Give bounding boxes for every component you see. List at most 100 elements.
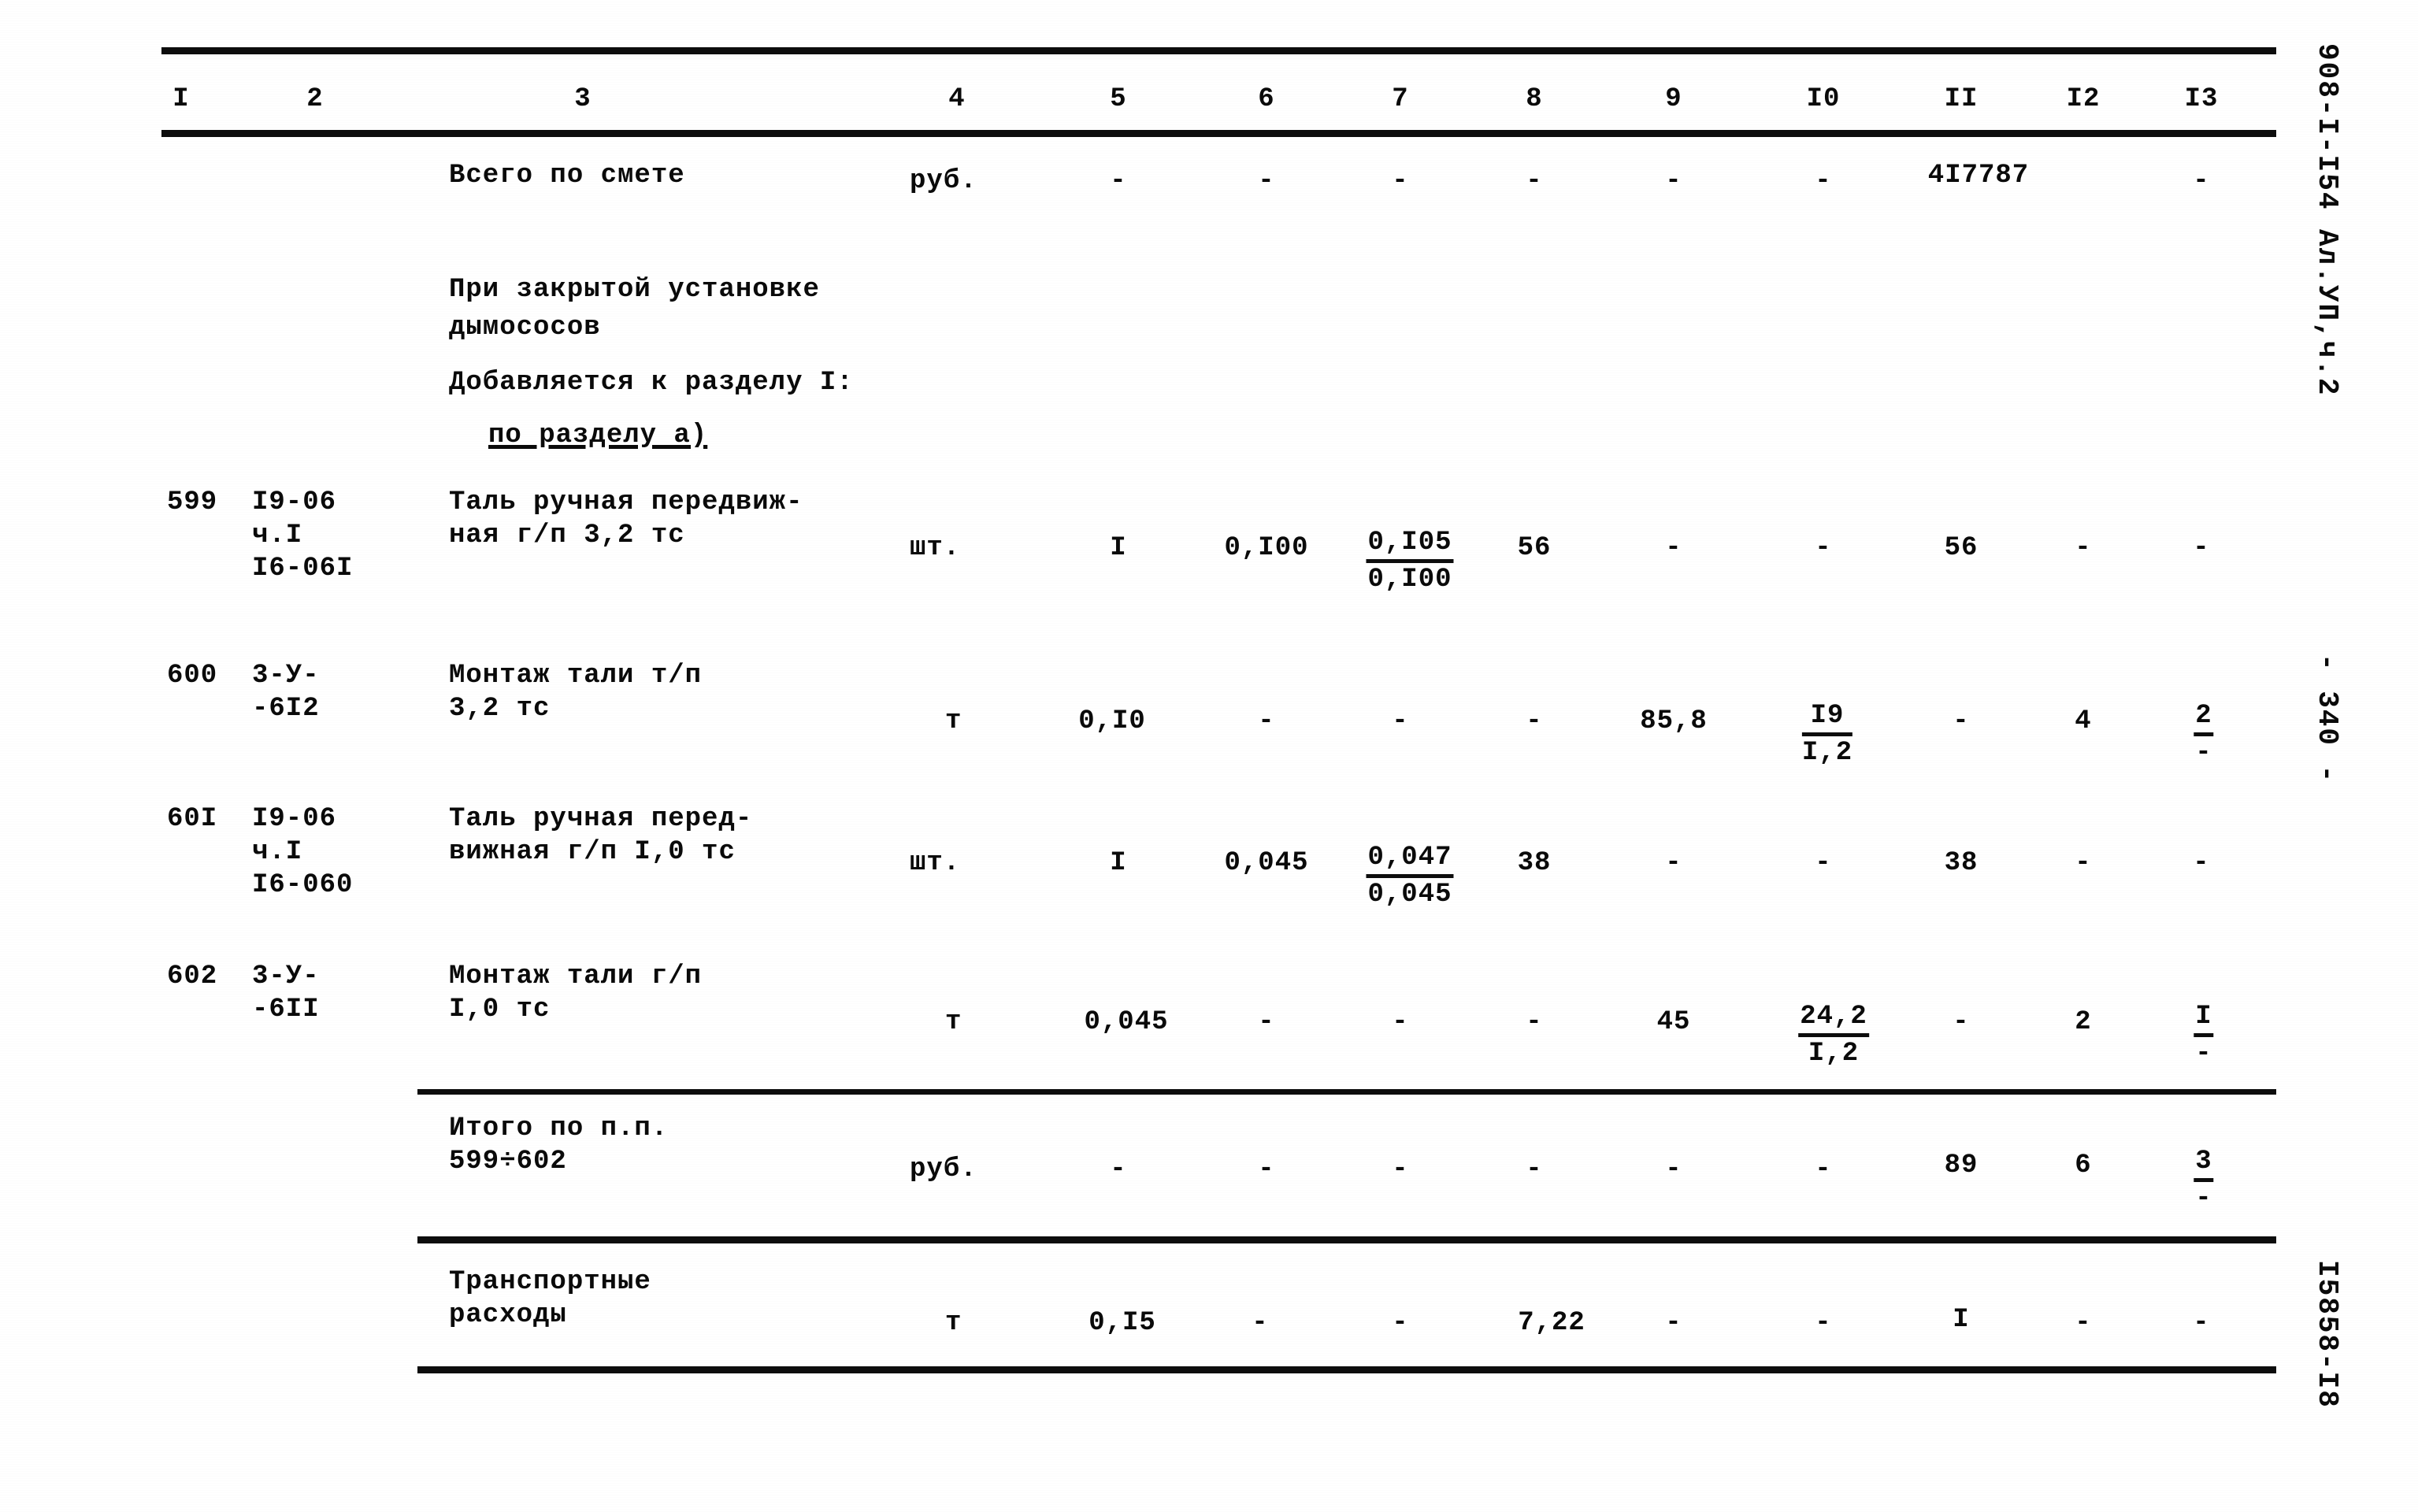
row-601-c6: 0,045 bbox=[1224, 848, 1309, 878]
row-599-c8: 56 bbox=[1517, 533, 1552, 563]
row-transport-c10: - bbox=[1815, 1308, 1832, 1338]
row-600-c6: - bbox=[1258, 706, 1275, 736]
column-header-3: 3 bbox=[574, 84, 592, 114]
row-601-c7-numerator: 0,047 bbox=[1366, 843, 1454, 878]
row-600-c5: 0,I0 bbox=[1078, 706, 1146, 736]
row-602-c11: - bbox=[1953, 1007, 1970, 1037]
row-total-c8: - bbox=[1526, 166, 1543, 196]
row-602-c10-numerator: 24,2 bbox=[1798, 1002, 1869, 1037]
row-599-c5: I bbox=[1110, 533, 1127, 563]
row-transport-unit: т bbox=[945, 1308, 962, 1338]
row-600-c13-fraction: 2 - bbox=[2194, 702, 2214, 769]
heading-added-to-section: Добавляется к разделу I: bbox=[449, 368, 854, 398]
row-602-c7: - bbox=[1392, 1007, 1409, 1037]
row-599-norm-l2: ч.I bbox=[252, 521, 303, 550]
table-bottom-rule bbox=[417, 1366, 2276, 1373]
row-599-c11: 56 bbox=[1944, 533, 1979, 563]
column-header-11: II bbox=[1944, 84, 1979, 114]
row-601-c7-denominator: 0,045 bbox=[1367, 879, 1452, 910]
row-total-c9: - bbox=[1665, 166, 1682, 196]
row-601-c9: - bbox=[1665, 848, 1682, 878]
row-subtotal-c13-fraction: 3 - bbox=[2194, 1147, 2214, 1214]
row-599-c7-numerator: 0,I05 bbox=[1366, 528, 1454, 563]
row-600-c13-denominator: - bbox=[2195, 737, 2212, 768]
row-602-c12: 2 bbox=[2075, 1007, 2092, 1037]
album-reference: 908-I-I54 Ал.УП,ч.2 bbox=[2311, 43, 2343, 397]
row-total-c13: - bbox=[2193, 166, 2210, 196]
row-601-c10: - bbox=[1815, 848, 1832, 878]
row-601-norm-l3: I6-060 bbox=[252, 870, 354, 900]
row-601-unit: шт. bbox=[910, 848, 961, 878]
row-total-c7: - bbox=[1392, 166, 1409, 196]
row-601-c7-fraction: 0,047 0,045 bbox=[1366, 843, 1454, 910]
row-602-c8: - bbox=[1526, 1007, 1543, 1037]
column-header-13: I3 bbox=[2184, 84, 2219, 114]
row-599-code-no: 599 bbox=[167, 487, 218, 517]
row-602-c10-denominator: I,2 bbox=[1808, 1038, 1860, 1069]
row-601-c11: 38 bbox=[1944, 848, 1979, 878]
column-header-7: 7 bbox=[1392, 84, 1409, 114]
row-subtotal-c8: - bbox=[1526, 1154, 1543, 1184]
row-601-code-no: 60I bbox=[167, 804, 218, 834]
heading-closed-install-line1: При закрытой установке bbox=[449, 275, 820, 305]
row-transport-c6: - bbox=[1252, 1308, 1269, 1338]
row-601-norm-l1: I9-06 bbox=[252, 804, 337, 834]
row-600-c12: 4 bbox=[2075, 706, 2092, 736]
row-subtotal-c10: - bbox=[1815, 1154, 1832, 1184]
row-600-code-no: 600 bbox=[167, 661, 218, 691]
row-total-name: Всего по смете bbox=[449, 161, 685, 191]
row-600-c10-numerator: I9 bbox=[1801, 702, 1853, 736]
row-602-name-l2: I,0 тс bbox=[449, 995, 551, 1025]
column-header-10: I0 bbox=[1806, 84, 1841, 114]
row-599-unit: шт. bbox=[910, 533, 961, 563]
row-subtotal-c13-numerator: 3 bbox=[2194, 1147, 2214, 1182]
row-600-unit: т bbox=[945, 706, 962, 736]
row-601-name-l2: вижная г/п I,0 тс bbox=[449, 837, 736, 867]
row-600-name-l2: 3,2 тс bbox=[449, 694, 551, 724]
row-600-c10-denominator: I,2 bbox=[1801, 737, 1853, 768]
row-601-c5: I bbox=[1110, 848, 1127, 878]
row-599-norm-l1: I9-06 bbox=[252, 487, 337, 517]
row-600-c8: - bbox=[1526, 706, 1543, 736]
row-transport-c5: 0,I5 bbox=[1088, 1308, 1156, 1338]
column-header-6: 6 bbox=[1258, 84, 1275, 114]
column-header-5: 5 bbox=[1110, 84, 1127, 114]
row-subtotal-c5: - bbox=[1110, 1154, 1127, 1184]
row-602-code-no: 602 bbox=[167, 962, 218, 991]
column-header-9: 9 bbox=[1665, 84, 1682, 114]
row-602-norm-l2: -6II bbox=[252, 995, 320, 1025]
row-transport-c9: - bbox=[1665, 1308, 1682, 1338]
page-number: - 340 - bbox=[2311, 654, 2343, 784]
row-subtotal-c13-denominator: - bbox=[2195, 1183, 2212, 1214]
row-transport-c12: - bbox=[2075, 1308, 2092, 1338]
row-599-name-l2: ная г/п 3,2 тс bbox=[449, 521, 685, 550]
row-602-c13-fraction: I - bbox=[2194, 1002, 2214, 1069]
row-601-name-l1: Таль ручная перед- bbox=[449, 804, 753, 834]
row-602-c13-numerator: I bbox=[2194, 1002, 2214, 1037]
scanned-document-page: I 2 3 4 5 6 7 8 9 I0 II I2 I3 Всего по с… bbox=[0, 0, 2418, 1512]
column-header-1: I bbox=[172, 84, 190, 114]
row-602-unit: т bbox=[945, 1007, 962, 1037]
row-602-c6: - bbox=[1258, 1007, 1275, 1037]
row-599-name-l1: Таль ручная передвиж- bbox=[449, 487, 803, 517]
column-header-12: I2 bbox=[2066, 84, 2101, 114]
row-601-c13: - bbox=[2193, 848, 2210, 878]
row-subtotal-name-l1: Итого по п.п. bbox=[449, 1114, 669, 1143]
row-601-c12: - bbox=[2075, 848, 2092, 878]
row-601-c8: 38 bbox=[1517, 848, 1552, 878]
row-transport-c11: I bbox=[1953, 1305, 1970, 1335]
row-total-c11: 4I7787 bbox=[1927, 161, 2030, 191]
row-600-norm-l1: 3-У- bbox=[252, 661, 320, 691]
row-subtotal-c9: - bbox=[1665, 1154, 1682, 1184]
row-599-c13: - bbox=[2193, 533, 2210, 563]
row-602-norm-l1: 3-У- bbox=[252, 962, 320, 991]
subtotal-top-rule bbox=[417, 1089, 2276, 1095]
row-599-c7-fraction: 0,I05 0,I00 bbox=[1366, 528, 1454, 595]
row-599-c6: 0,I00 bbox=[1224, 533, 1309, 563]
row-total-c10: - bbox=[1815, 166, 1832, 196]
row-total-c6: - bbox=[1258, 166, 1275, 196]
row-599-norm-l3: I6-06I bbox=[252, 554, 354, 584]
table-top-rule-outer bbox=[161, 47, 2276, 54]
row-600-c13-numerator: 2 bbox=[2194, 702, 2214, 736]
row-subtotal-unit: руб. bbox=[910, 1154, 977, 1184]
